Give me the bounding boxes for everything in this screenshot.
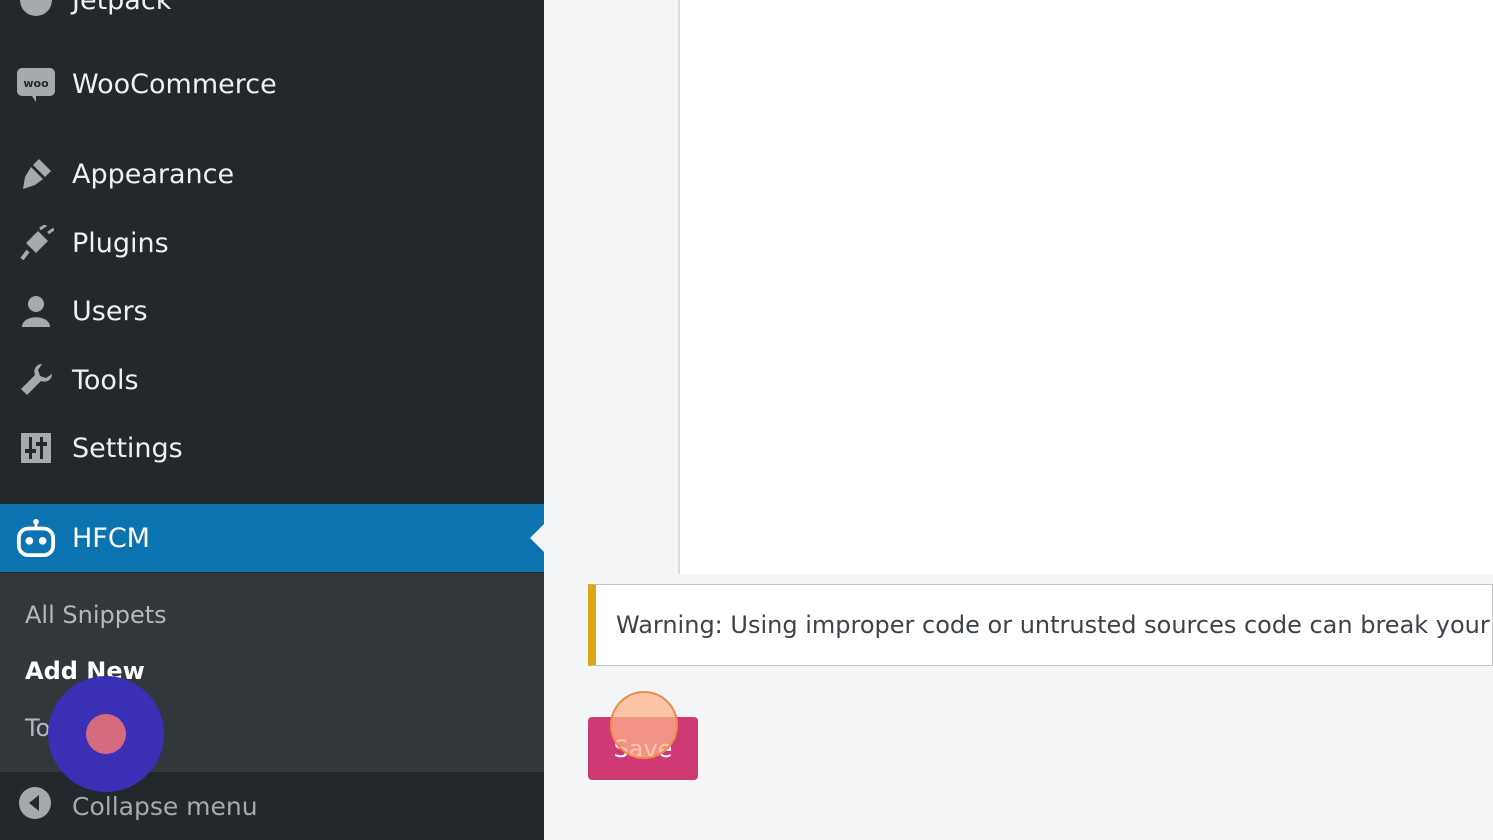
- submenu-tools[interactable]: To: [25, 714, 50, 742]
- click-indicator-dot: [86, 714, 126, 754]
- sidebar-item-label: Appearance: [72, 158, 235, 190]
- sidebar-item-plugins[interactable]: Plugins: [0, 209, 544, 277]
- sidebar-item-label: Plugins: [72, 227, 169, 259]
- active-indicator-arrow: [530, 524, 544, 552]
- sidebar-item-label: WooCommerce: [72, 68, 277, 100]
- wrench-icon: [16, 360, 56, 400]
- cursor-highlight: [610, 691, 678, 759]
- settings-sliders-icon: [16, 428, 56, 468]
- sidebar-item-woocommerce[interactable]: woo WooCommerce: [0, 50, 544, 118]
- sidebar-item-settings[interactable]: Settings: [0, 414, 544, 482]
- admin-sidebar: Jetpack woo WooCommerce Appearance Plugi…: [0, 0, 544, 840]
- woocommerce-icon: woo: [16, 64, 56, 104]
- sidebar-item-label: Settings: [72, 432, 183, 464]
- sidebar-item-label: HFCM: [72, 522, 150, 554]
- sidebar-item-hfcm[interactable]: HFCM: [0, 504, 544, 572]
- main-content: Warning: Using improper code or untruste…: [544, 0, 1493, 840]
- code-editor[interactable]: [678, 0, 1493, 574]
- editor-gutter: [544, 0, 678, 574]
- robot-icon: [16, 518, 56, 558]
- jetpack-icon: [16, 0, 56, 20]
- paintbrush-icon: [16, 154, 56, 194]
- sidebar-item-label: Users: [72, 295, 148, 327]
- sidebar-item-tools[interactable]: Tools: [0, 346, 544, 414]
- sidebar-item-label: Jetpack: [72, 0, 172, 16]
- collapse-menu-label: Collapse menu: [72, 791, 258, 821]
- sidebar-item-appearance[interactable]: Appearance: [0, 140, 544, 208]
- plugin-icon: [16, 223, 56, 263]
- warning-notice: Warning: Using improper code or untruste…: [588, 584, 1493, 666]
- sidebar-item-label: Tools: [72, 364, 139, 396]
- warning-text: Warning: Using improper code or untruste…: [616, 611, 1490, 639]
- sidebar-item-jetpack[interactable]: Jetpack: [0, 0, 544, 34]
- collapse-arrow-icon: [18, 786, 52, 826]
- user-icon: [16, 291, 56, 331]
- svg-text:woo: woo: [23, 77, 49, 90]
- submenu-all-snippets[interactable]: All Snippets: [25, 601, 167, 629]
- sidebar-item-users[interactable]: Users: [0, 277, 544, 345]
